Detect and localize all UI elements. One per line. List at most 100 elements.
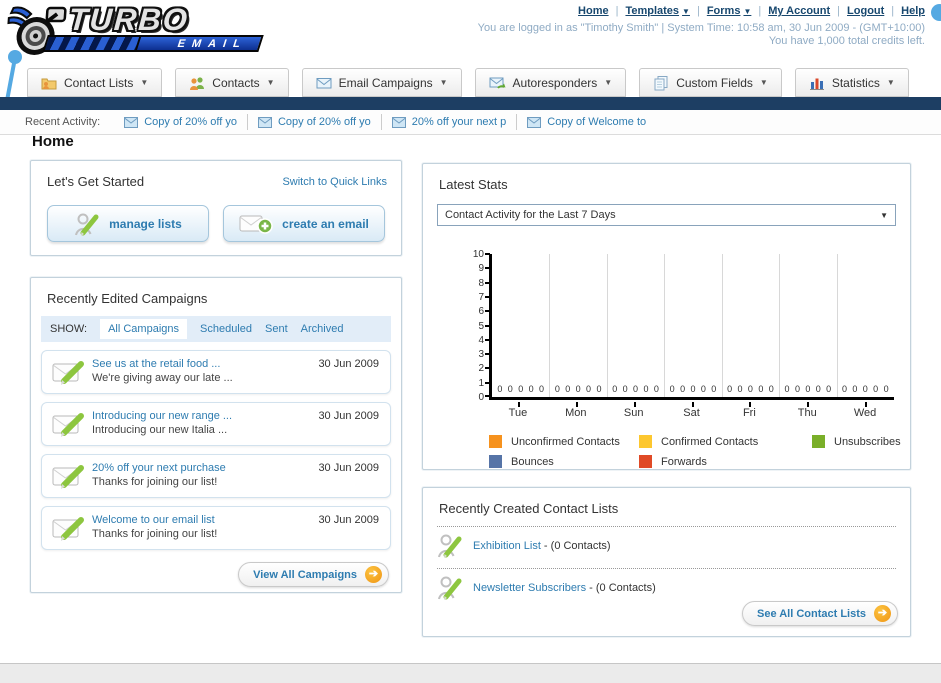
recent-activity-label: Recent Activity: xyxy=(25,116,101,128)
nav-link-home[interactable]: Home xyxy=(578,5,609,17)
filter-all-campaigns[interactable]: All Campaigns xyxy=(100,319,187,339)
y-axis-tick-label: 0 xyxy=(478,392,484,403)
campaign-subtitle: We're giving away our late ... xyxy=(92,372,233,384)
envelope-pencil-icon xyxy=(52,413,84,437)
show-label: SHOW: xyxy=(50,323,88,335)
decorative-dot xyxy=(931,4,941,21)
campaign-row: 20% off your next purchase Thanks for jo… xyxy=(41,454,391,498)
chart-gridline xyxy=(549,254,551,397)
data-value-label: 0 xyxy=(862,384,868,394)
campaigns-title: Recently Edited Campaigns xyxy=(47,291,208,306)
contact-list-link[interactable]: Newsletter Subscribers xyxy=(473,582,586,594)
legend-swatch xyxy=(639,455,652,468)
filter-archived[interactable]: Archived xyxy=(301,323,344,335)
y-axis-tick-label: 9 xyxy=(478,263,484,275)
chevron-down-icon: ▼ xyxy=(682,6,690,16)
tab-custom-fields[interactable]: Custom Fields ▼ xyxy=(639,68,782,97)
divider xyxy=(891,5,894,17)
recent-activity-item[interactable]: Copy of 20% off yo xyxy=(114,114,248,130)
chart-value-labels: 00000 xyxy=(779,384,836,394)
data-value-label: 0 xyxy=(680,384,686,394)
manage-lists-button[interactable]: manage lists xyxy=(47,205,209,242)
recent-activity-item[interactable]: 20% off your next p xyxy=(382,114,518,130)
data-value-label: 0 xyxy=(873,384,879,394)
nav-link-forms[interactable]: Forms ▼ xyxy=(707,5,752,17)
tab-contact-lists[interactable]: Contact Lists ▼ xyxy=(27,68,163,97)
nav-link-my-account[interactable]: My Account xyxy=(768,5,830,17)
tab-email-campaigns[interactable]: Email Campaigns ▼ xyxy=(301,68,462,97)
filter-sent[interactable]: Sent xyxy=(265,323,288,335)
data-value-label: 0 xyxy=(633,384,639,394)
tab-label: Autoresponders xyxy=(512,75,598,90)
recent-activity-item[interactable]: Copy of Welcome to xyxy=(517,114,656,130)
legend-item: Unsubscribes xyxy=(812,435,932,448)
campaign-link[interactable]: Welcome to our email list xyxy=(92,514,215,526)
view-all-campaigns-button[interactable]: View All Campaigns ➔ xyxy=(238,562,389,587)
campaign-subtitle: Thanks for joining our list! xyxy=(92,528,218,540)
logo-title: TURBO xyxy=(67,2,191,37)
campaign-link[interactable]: 20% off your next purchase xyxy=(92,462,226,474)
tab-label: Email Campaigns xyxy=(338,75,433,90)
y-axis-tick-label: 5 xyxy=(478,320,484,332)
create-email-button[interactable]: create an email xyxy=(223,205,385,242)
chevron-down-icon: ▼ xyxy=(743,6,752,16)
envelope-icon xyxy=(316,77,332,88)
data-value-label: 0 xyxy=(596,384,602,394)
navy-divider-bar xyxy=(0,97,941,110)
pages-icon xyxy=(654,75,668,90)
switch-quick-links[interactable]: Switch to Quick Links xyxy=(282,176,387,188)
login-info: You are logged in as "Timothy Smith" | S… xyxy=(477,22,925,34)
divider xyxy=(697,5,700,17)
arrow-right-icon: ➔ xyxy=(874,605,891,622)
y-axis-tick-mark xyxy=(485,381,490,384)
chart-value-labels: 00000 xyxy=(492,384,549,394)
credits-info: You have 1,000 total credits left. xyxy=(768,35,925,47)
contact-lists-panel: Recently Created Contact Lists Exhibitio… xyxy=(422,487,911,637)
tab-label: Contacts xyxy=(212,75,260,90)
y-axis-tick-mark xyxy=(485,310,490,313)
nav-link-templates[interactable]: Templates ▼ xyxy=(625,5,690,17)
data-value-label: 0 xyxy=(852,384,858,394)
y-axis-tick-label: 7 xyxy=(478,291,484,303)
campaign-row: Introducing our new range ... Introducin… xyxy=(41,402,391,446)
tab-contacts[interactable]: Contacts ▼ xyxy=(175,68,289,97)
data-value-label: 0 xyxy=(711,384,717,394)
legend-swatch xyxy=(639,435,652,448)
data-value-label: 0 xyxy=(758,384,764,394)
legend-label: Unsubscribes xyxy=(834,435,901,448)
legend-swatch xyxy=(489,435,502,448)
header: TURBO EMAIL Home Templates▼ Forms▼ My Ac… xyxy=(0,0,941,124)
y-axis-tick-mark xyxy=(485,367,490,370)
divider xyxy=(837,5,840,17)
legend-item: Confirmed Contacts xyxy=(639,435,812,448)
header-nav: Home Templates▼ Forms▼ My Account Logout… xyxy=(578,5,925,17)
data-value-label: 0 xyxy=(727,384,733,394)
data-value-label: 0 xyxy=(841,384,847,394)
campaign-date: 30 Jun 2009 xyxy=(318,514,379,526)
legend-label: Confirmed Contacts xyxy=(661,435,759,448)
activity-item-label: Copy of Welcome to xyxy=(547,116,647,128)
tab-autoresponders[interactable]: Autoresponders ▼ xyxy=(474,68,627,97)
campaign-link[interactable]: See us at the retail food ... xyxy=(92,358,220,370)
nav-link-logout[interactable]: Logout xyxy=(847,5,884,17)
legend-item: Forwards xyxy=(639,455,812,468)
page-title: Home xyxy=(32,133,74,150)
y-axis-tick-mark xyxy=(485,353,490,356)
data-value-label: 0 xyxy=(507,384,513,394)
stats-period-value: Contact Activity for the Last 7 Days xyxy=(445,209,616,221)
contact-list-link[interactable]: Exhibition List xyxy=(473,540,541,552)
person-pencil-icon xyxy=(438,576,462,600)
filter-scheduled[interactable]: Scheduled xyxy=(200,323,252,335)
recent-activity-item[interactable]: Copy of 20% off yo xyxy=(248,114,382,130)
y-axis-tick-label: 8 xyxy=(478,277,484,289)
view-all-campaigns-label: View All Campaigns xyxy=(253,568,357,581)
latest-stats-title: Latest Stats xyxy=(439,177,508,192)
create-email-label: create an email xyxy=(282,216,369,231)
see-all-contact-lists-button[interactable]: See All Contact Lists ➔ xyxy=(741,601,898,626)
nav-link-help[interactable]: Help xyxy=(901,5,925,17)
campaign-link[interactable]: Introducing our new range ... xyxy=(92,410,232,422)
data-value-label: 0 xyxy=(653,384,659,394)
tab-statistics[interactable]: Statistics ▼ xyxy=(794,68,909,97)
stats-period-select[interactable]: Contact Activity for the Last 7 Days ▼ xyxy=(437,204,896,226)
chart-gridline xyxy=(836,254,838,397)
